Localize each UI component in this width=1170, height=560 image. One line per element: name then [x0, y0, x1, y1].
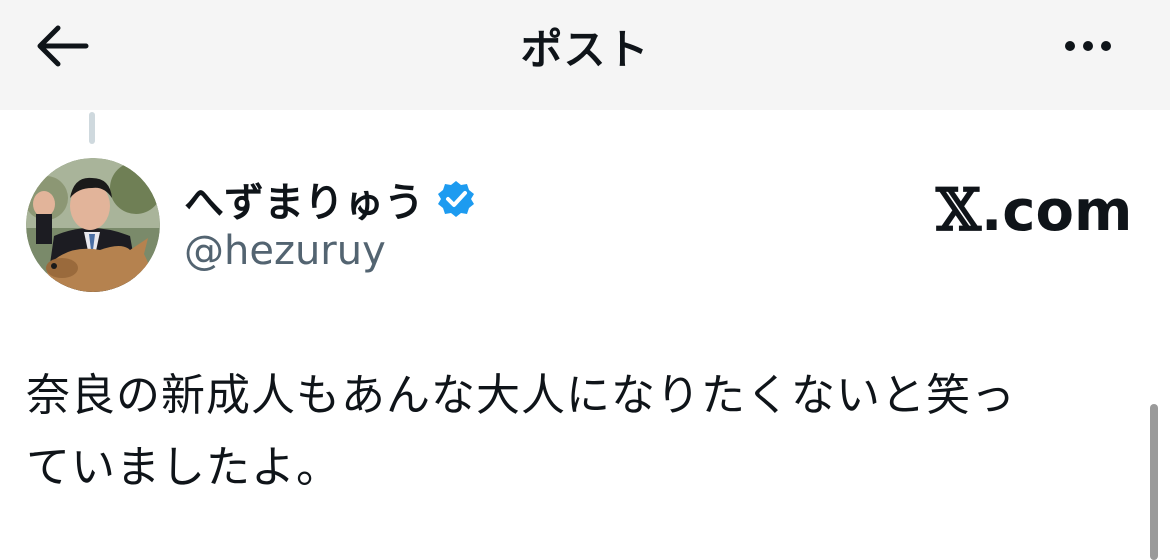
x-com-watermark: 𝕏 .com — [936, 176, 1132, 244]
post-body-text: 奈良の新成人もあんな大人になりたくないと笑っ ていましたよ。 — [26, 370, 1016, 493]
more-dot — [1083, 41, 1093, 51]
author-display-name[interactable]: へずまりゅう — [184, 170, 476, 228]
more-dot — [1101, 41, 1111, 51]
thread-connector-line — [89, 112, 95, 144]
more-horizontal-icon — [1065, 41, 1075, 51]
profile-photo — [26, 158, 160, 292]
author-handle[interactable]: @hezuruy — [184, 228, 386, 274]
scrollbar[interactable] — [1150, 404, 1158, 560]
top-app-bar: ポスト — [0, 0, 1170, 110]
verified-badge-icon — [438, 181, 474, 217]
display-name-text: へずまりゅう — [184, 180, 424, 226]
more-options-button[interactable] — [1052, 26, 1124, 66]
post-detail-page: ポスト へずまりゅう @hezuruy 𝕏 .com 奈良の新成人もあんな大人に… — [0, 0, 1170, 560]
avatar[interactable] — [26, 158, 160, 292]
page-title: ポスト — [520, 25, 650, 74]
x-logo-icon: 𝕏 — [936, 176, 982, 244]
watermark-text: .com — [981, 179, 1133, 244]
